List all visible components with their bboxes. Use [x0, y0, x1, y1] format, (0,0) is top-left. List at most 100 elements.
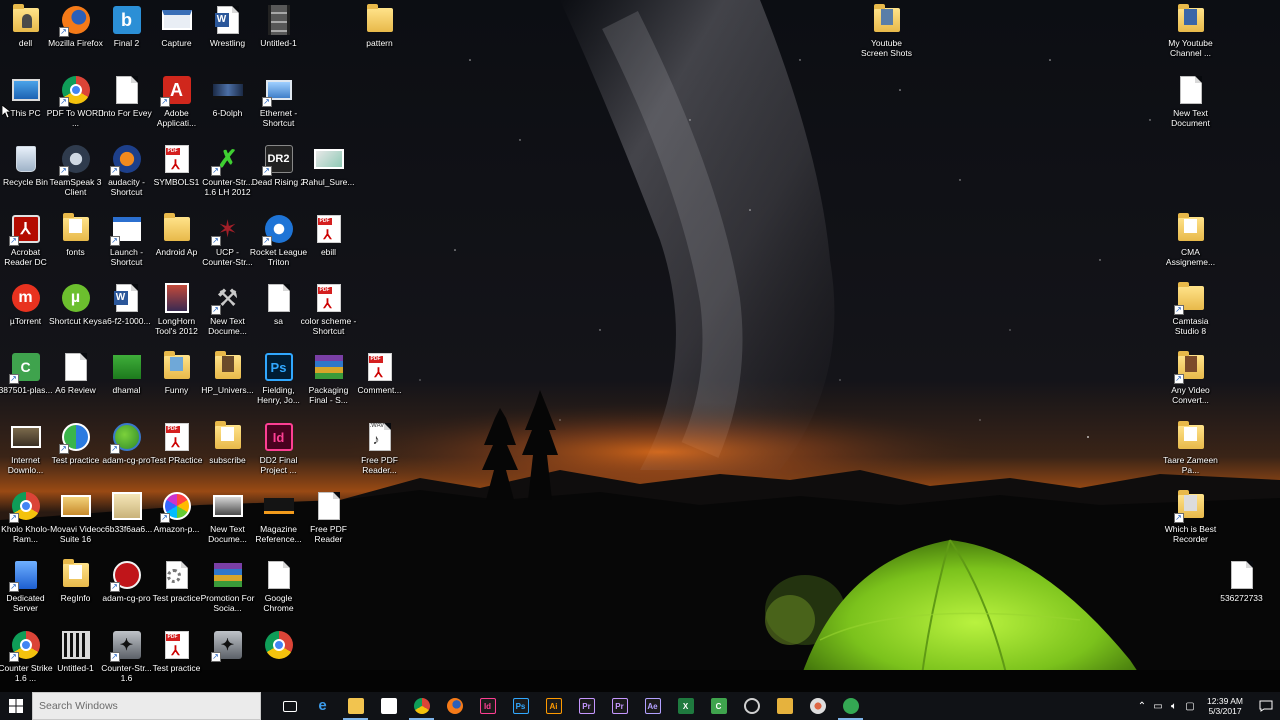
desktop-icon-dedicated-server[interactable]: ↗ adam-cg-pro [101, 555, 152, 623]
message-icon[interactable]: ▢ [1182, 692, 1198, 720]
desktop-icon-rahul-sure[interactable]: Rahul_Sure... [303, 139, 354, 207]
desktop-icon-fielding-henry[interactable]: PDF ⅄ Comment... [354, 347, 405, 415]
desktop-icon-this-pc[interactable]: This PC [0, 70, 51, 138]
desktop-icon-capture[interactable]: Capture [151, 0, 202, 68]
desktop-icon-new-text-document-2[interactable]: Free PDF Reader [303, 486, 354, 554]
desktop-icon-my-youtube-channel[interactable]: My Youtube Channel ... [1165, 0, 1216, 68]
desktop-icon-internet-download[interactable]: ↗ adam-cg-pro [101, 417, 152, 485]
taskbar-app-paint[interactable] [768, 692, 801, 720]
desktop-icon-into-for-evey[interactable]: Into For Evey [101, 70, 152, 138]
desktop-icon-ucp-counter-strike[interactable]: ✶ ↗ UCP - Counter-Str... [202, 209, 253, 277]
desktop-icon-test-practice-txt[interactable]: Google Chrome [253, 555, 304, 623]
desktop-icon-dead-rising-2[interactable]: DR2 ↗ Dead Rising 2 [252, 139, 305, 207]
desktop-icon-new-text-document-1[interactable]: sa [253, 278, 304, 346]
desktop-icon-pdf-to-word[interactable]: ↗ PDF To WORD ... [47, 70, 104, 138]
desktop-icon-reginfo[interactable]: Test practice [151, 555, 202, 623]
chevron-up-icon[interactable]: ⌃ [1134, 692, 1150, 720]
taskbar-app-file-explorer[interactable] [339, 692, 372, 720]
desktop-icon-adam-cg-pro-rar[interactable]: Promotion For Socia... [201, 555, 254, 623]
desktop-icon-teamspeak-3[interactable]: ↗ TeamSpeak 3 Client [50, 139, 101, 207]
search-box[interactable] [32, 692, 261, 720]
desktop-icon-counter-strike-16-a[interactable]: ✦ ↗ Counter-Str... 1.6 [101, 625, 152, 693]
desktop-icon-final-2[interactable]: b Final 2 [101, 0, 152, 68]
taskbar-app-indesign[interactable]: Id [471, 692, 504, 720]
desktop-icon-funny[interactable]: Ps Fielding, Henry, Jo... [253, 347, 304, 415]
desktop-icon-fonts[interactable]: fonts [50, 209, 101, 277]
desktop-icon-symbols1[interactable]: PDF ⅄ SYMBOLS1 [151, 139, 202, 207]
action-center-button[interactable] [1252, 692, 1280, 720]
network-status-icon[interactable]: ▭ [1150, 692, 1166, 720]
desktop-icon-untitled-1-pdf[interactable]: PDF ⅄ Test practice [151, 625, 202, 693]
desktop-icon-camtasia-studio-8[interactable]: C ↗ 387501-plas... [0, 347, 52, 415]
desktop-icon-recycle-bin[interactable]: Recycle Bin [0, 139, 51, 207]
taskbar-app-excel[interactable]: X [669, 692, 702, 720]
taskbar-app-premiere-1[interactable]: Pr [570, 692, 603, 720]
desktop-icon-untitled-1-top[interactable]: Untitled-1 [253, 0, 304, 68]
desktop-icon-counter-strike-lh[interactable]: ✗ ↗ Counter-Str... 1.6 LH 2012 [202, 139, 253, 207]
start-button[interactable] [0, 692, 32, 720]
desktop-icon-mozilla-firefox[interactable]: ↗ Mozilla Firefox [48, 0, 103, 68]
taskbar-app-snipping[interactable] [801, 692, 834, 720]
taskbar-app-photoshop[interactable]: Ps [504, 692, 537, 720]
taskbar-app-edge[interactable]: e [306, 692, 339, 720]
desktop-icon-free-pdf-reader-1[interactable]: ↗ Kholo Kholo-Ram... [0, 486, 51, 554]
desktop-icon-which-is-best-recorder[interactable]: RegInfo [50, 555, 101, 623]
desktop-icon-test-practice-chrome[interactable] [253, 625, 304, 693]
desktop-icon-google-chrome[interactable]: ↗ Counter Strike 1.6 ... [0, 625, 53, 693]
desktop-icon-youtube-screen-shots[interactable]: Youtube Screen Shots [861, 0, 912, 68]
taskbar-app-illustrator[interactable]: Ai [537, 692, 570, 720]
desktop-icon-387501-plas[interactable]: dhamal [101, 347, 152, 415]
clock[interactable]: 12:39 AM 5/3/2017 [1198, 696, 1252, 716]
desktop-icon-adobe-applications[interactable]: A ↗ Adobe Applicati... [151, 70, 202, 138]
desktop-icon-c6b33f6aa6[interactable]: New Text Docume... [202, 486, 253, 554]
desktop-icon-ethernet-shortcut[interactable]: ↗ Ethernet - Shortcut [253, 70, 304, 138]
desktop-icon-dell[interactable]: dell [0, 0, 51, 68]
desktop-icon-launch-shortcut[interactable]: ↗ Launch - Shortcut [101, 209, 152, 277]
desktop-icon-longhorn-tools[interactable]: ⚒ ↗ New Text Docume... [202, 278, 253, 346]
desktop-icon-pattern[interactable]: pattern [354, 0, 405, 68]
taskbar-app-store[interactable] [372, 692, 405, 720]
desktop-icon-sa[interactable]: PDF ⅄ color scheme - Shortcut [301, 278, 356, 346]
desktop-icon-kholo-kholo[interactable]: c6b33f6aa6... [101, 486, 152, 554]
taskbar-app-clock-app[interactable] [735, 692, 768, 720]
desktop-icon-a6-f2[interactable]: LongHorn Tool's 2012 [151, 278, 202, 346]
desktop-icon-taare-zameen[interactable]: Movavi Video Suite 16 [50, 486, 101, 554]
desktop-icon-promotion-for-social[interactable]: 536272733 [1216, 555, 1267, 623]
desktop-icon-test-practice-indd[interactable]: Id DD2 Final Project ... [253, 417, 304, 485]
desktop-icon-android-ap[interactable]: Android Ap [151, 209, 202, 277]
taskbar-app-chrome[interactable] [405, 692, 438, 720]
desktop-icon-cma-assignment[interactable]: CMA Assigneme... [1165, 209, 1216, 277]
desktop-icon-subscribe[interactable]: .WAV ♪ Free PDF Reader... [354, 417, 405, 485]
desktop-icon-amazon-p[interactable]: Magazine Reference... [253, 486, 304, 554]
desktop-icon-acrobat-reader-dc[interactable]: ⅄ ↗ Acrobat Reader DC [0, 209, 51, 277]
desktop-icon-any-video-converter[interactable]: ↗ Test practice [50, 417, 101, 485]
taskbar-app-premiere-2[interactable]: Pr [603, 692, 636, 720]
desktop-icon-6-dolph[interactable]: 6-Dolph [202, 70, 253, 138]
desktop-icon-magazine-reference[interactable]: ↗ Which is Best Recorder [1165, 486, 1216, 554]
desktop-icon-a6-review[interactable]: Funny [151, 347, 202, 415]
desktop-icon-adam-cg-pro-folder[interactable]: subscribe [202, 417, 253, 485]
desktop-icon-utorrent[interactable]: µ Shortcut Keys [49, 278, 102, 346]
desktop-icon-boost-mode-manager[interactable]: m µTorrent [0, 278, 51, 346]
taskbar-app-camtasia[interactable]: C [702, 692, 735, 720]
desktop-icon-dhamal[interactable]: HP_Univers... [201, 347, 254, 415]
desktop-icon-audacity[interactable]: ↗ audacity - Shortcut [101, 139, 152, 207]
desktop-icon-536272733[interactable]: Untitled-1 [50, 625, 101, 693]
desktop-icon-new-text-document-right[interactable]: New Text Document [1165, 70, 1216, 138]
desktop-icon-comment[interactable]: Internet Downlo... [0, 417, 51, 485]
search-input[interactable] [39, 700, 260, 712]
desktop-icon-cooking-list[interactable]: A6 Review [50, 347, 101, 415]
volume-icon[interactable]: 🔈︎ [1166, 692, 1182, 720]
desktop-icon-ebill[interactable]: PDF ⅄ ebill [303, 209, 354, 277]
desktop-icon-hp-univers[interactable]: Packaging Final - S... [303, 347, 354, 415]
desktop-icon-free-pdf-reader-2[interactable]: ↗ Dedicated Server [0, 555, 51, 623]
desktop-icon-wrestling[interactable]: W Wrestling [202, 0, 253, 68]
taskbar-app-task-view[interactable] [273, 692, 306, 720]
taskbar-app-firefox[interactable] [438, 692, 471, 720]
taskbar-app-idm[interactable] [834, 692, 867, 720]
taskbar-app-after-effects[interactable]: Ae [636, 692, 669, 720]
desktop-icon-color-scheme[interactable]: ↗ Camtasia Studio 8 [1165, 278, 1216, 346]
desktop-icon-movavi-video-suite[interactable]: ↗ Amazon-p... [151, 486, 202, 554]
desktop-icon-rocket-league[interactable]: ↗ Rocket League Triton [250, 209, 307, 277]
desktop-icon-dd2-final-project[interactable]: Taare Zameen Pa... [1163, 417, 1218, 485]
